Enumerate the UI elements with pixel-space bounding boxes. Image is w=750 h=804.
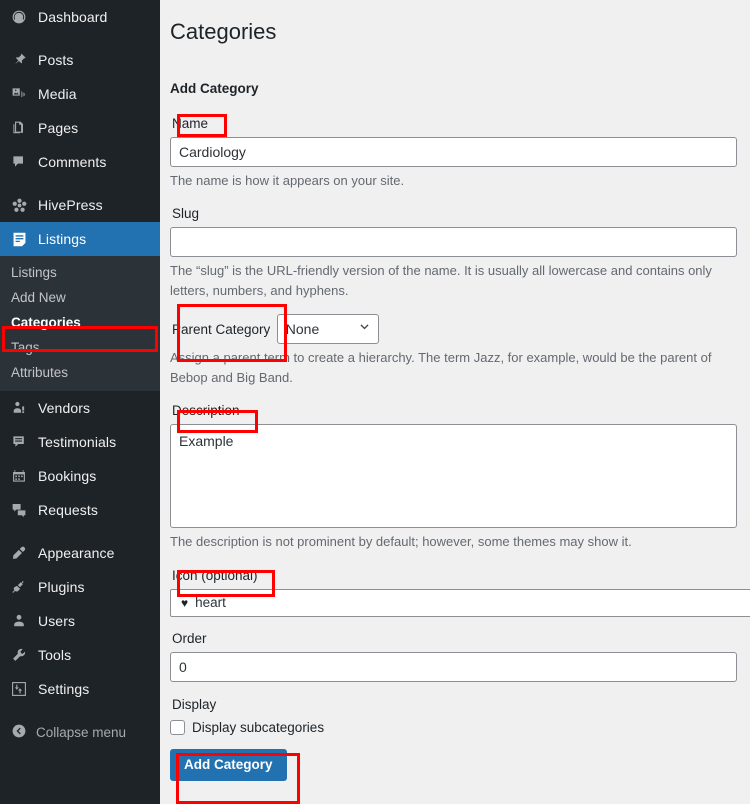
order-input[interactable] <box>170 651 737 682</box>
admin-sidebar: Dashboard Posts Media Pages Comments Hiv… <box>0 0 160 804</box>
users-icon <box>9 611 29 631</box>
sidebar-item-label: Comments <box>38 154 107 170</box>
description-help-text: The description is not prominent by defa… <box>170 534 632 550</box>
order-label: Order <box>172 630 207 646</box>
sidebar-item-label: Vendors <box>38 400 91 416</box>
sidebar-separator <box>0 179 160 188</box>
plugins-icon <box>9 577 29 597</box>
sidebar-item-attributes[interactable]: Attributes <box>0 360 160 385</box>
submit-row: Add Category <box>170 748 750 781</box>
parent-category-value: None <box>285 321 320 338</box>
slug-help-text: The “slug” is the URL-friendly version o… <box>170 263 712 298</box>
collapse-menu-button[interactable]: Collapse menu <box>0 715 160 749</box>
parent-category-field-group: Parent Category None Assign a parent ter… <box>170 314 750 387</box>
description-label: Description <box>172 403 240 419</box>
sidebar-item-settings[interactable]: Settings <box>0 672 160 706</box>
sidebar-item-tools[interactable]: Tools <box>0 638 160 672</box>
description-textarea[interactable]: Example <box>170 424 737 529</box>
sidebar-item-label: Settings <box>38 681 90 697</box>
description-field-group: Description Example The description is n… <box>170 401 750 552</box>
sidebar-item-label: Users <box>38 613 76 629</box>
appearance-icon <box>9 543 29 563</box>
sidebar-item-users[interactable]: Users <box>0 604 160 638</box>
parent-category-select[interactable]: None <box>276 314 379 345</box>
sidebar-item-label: Dashboard <box>38 9 108 25</box>
dashboard-icon <box>9 7 29 27</box>
testimonials-icon <box>9 432 29 452</box>
pages-icon <box>9 118 29 138</box>
name-input[interactable] <box>170 136 737 167</box>
icon-label: Icon (optional) <box>172 567 258 583</box>
display-subcategories-row[interactable]: Display subcategories <box>170 719 750 735</box>
sidebar-item-hivepress[interactable]: HivePress <box>0 188 160 222</box>
parent-category-label: Parent Category <box>172 322 271 338</box>
pin-icon <box>9 50 29 70</box>
sidebar-item-label: Posts <box>38 52 74 68</box>
name-label: Name <box>172 115 209 131</box>
media-icon <box>9 84 29 104</box>
sidebar-item-listings-sub[interactable]: Listings <box>0 260 160 285</box>
sidebar-separator <box>0 527 160 536</box>
requests-icon <box>9 500 29 520</box>
sidebar-item-pages[interactable]: Pages <box>0 111 160 145</box>
sidebar-item-add-new[interactable]: Add New <box>0 285 160 310</box>
sidebar-item-tags[interactable]: Tags <box>0 335 160 360</box>
parent-category-select-wrap: None <box>276 314 379 345</box>
add-category-button[interactable]: Add Category <box>170 748 287 781</box>
sidebar-item-posts[interactable]: Posts <box>0 43 160 77</box>
collapse-arrow-icon <box>11 723 27 742</box>
settings-icon <box>9 679 29 699</box>
wordpress-admin-screen: Dashboard Posts Media Pages Comments Hiv… <box>0 0 750 804</box>
sidebar-item-vendors[interactable]: Vendors <box>0 391 160 425</box>
sidebar-item-comments[interactable]: Comments <box>0 145 160 179</box>
order-field-group: Order <box>170 629 750 682</box>
display-field-group: Display Display subcategories <box>170 695 750 735</box>
sidebar-item-label: Tools <box>38 647 72 663</box>
display-label: Display <box>172 696 217 712</box>
sidebar-separator <box>0 34 160 43</box>
sidebar-item-label: Testimonials <box>38 434 117 450</box>
hivepress-icon <box>9 195 29 215</box>
collapse-menu-label: Collapse menu <box>36 724 127 740</box>
heart-icon: ♥ <box>181 595 189 610</box>
sidebar-item-listings[interactable]: Listings <box>0 222 160 256</box>
display-subcategories-label: Display subcategories <box>192 719 325 735</box>
comments-icon <box>9 152 29 172</box>
sidebar-item-testimonials[interactable]: Testimonials <box>0 425 160 459</box>
sidebar-item-dashboard[interactable]: Dashboard <box>0 0 160 34</box>
parent-category-help-text: Assign a parent term to create a hierarc… <box>170 350 712 385</box>
listings-icon <box>9 229 29 249</box>
sidebar-item-appearance[interactable]: Appearance <box>0 536 160 570</box>
slug-input[interactable] <box>170 227 737 258</box>
icon-field-group: Icon (optional) ♥ heart <box>170 566 750 617</box>
tools-icon <box>9 645 29 665</box>
icon-select-value: heart <box>195 595 226 611</box>
display-subcategories-checkbox[interactable] <box>170 719 185 735</box>
sidebar-item-plugins[interactable]: Plugins <box>0 570 160 604</box>
sidebar-item-requests[interactable]: Requests <box>0 493 160 527</box>
sidebar-item-label: Plugins <box>38 579 85 595</box>
sidebar-item-label: Requests <box>38 502 98 518</box>
bookings-icon <box>9 466 29 486</box>
sidebar-item-label: Appearance <box>38 545 115 561</box>
sidebar-item-label: Pages <box>38 120 79 136</box>
name-help-text: The name is how it appears on your site. <box>170 172 405 188</box>
add-category-heading: Add Category <box>170 80 259 96</box>
page-title: Categories <box>170 19 277 44</box>
icon-select[interactable]: ♥ heart <box>170 588 750 617</box>
sidebar-item-media[interactable]: Media <box>0 77 160 111</box>
sidebar-item-bookings[interactable]: Bookings <box>0 459 160 493</box>
vendors-icon <box>9 398 29 418</box>
sidebar-item-label: Bookings <box>38 468 97 484</box>
main-content: Categories Add Category Name The name is… <box>160 0 750 804</box>
sidebar-item-label: HivePress <box>38 197 103 213</box>
name-field-group: Name The name is how it appears on your … <box>170 114 750 191</box>
slug-label: Slug <box>172 206 200 222</box>
sidebar-item-label: Media <box>38 86 77 102</box>
slug-field-group: Slug The “slug” is the URL-friendly vers… <box>170 204 750 300</box>
sidebar-separator <box>0 706 160 715</box>
listings-submenu: Listings Add New Categories Tags Attribu… <box>0 256 160 391</box>
sidebar-item-categories[interactable]: Categories <box>0 310 160 335</box>
sidebar-item-label: Listings <box>38 231 87 247</box>
